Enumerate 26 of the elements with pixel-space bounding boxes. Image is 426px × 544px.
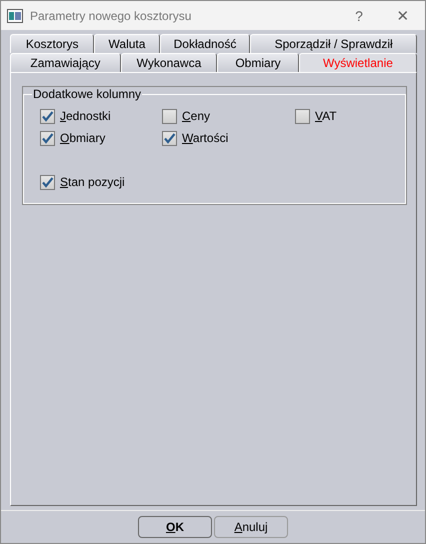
app-icon <box>7 8 23 22</box>
checkbox-label: VAT <box>315 109 337 123</box>
dialog-button[interactable]: Anuluj <box>214 516 288 538</box>
checkbox[interactable] <box>40 174 55 190</box>
window-title: Parametry nowego kosztorysu <box>30 8 192 22</box>
checkbox[interactable] <box>40 130 55 146</box>
checkbox-label: Wartości <box>182 131 228 145</box>
checkbox-label: Jednostki <box>60 109 111 123</box>
group-title: Dodatkowe kolumny <box>32 87 142 101</box>
tab[interactable]: Kosztorys <box>10 34 94 53</box>
tab[interactable]: Sporządził / Sprawdził <box>250 34 417 53</box>
checkbox-label: Stan pozycji <box>60 175 125 189</box>
help-button[interactable]: ? <box>337 1 381 30</box>
checkbox[interactable] <box>162 108 177 124</box>
tab[interactable]: Zamawiający <box>10 53 121 72</box>
tab[interactable]: Waluta <box>94 34 160 53</box>
checkbox-label: Obmiary <box>60 131 106 145</box>
close-button[interactable]: ✕ <box>381 1 425 30</box>
checkbox[interactable] <box>162 130 177 146</box>
checkbox[interactable] <box>40 108 55 124</box>
tab[interactable]: Wykonawca <box>120 53 218 72</box>
checkbox[interactable] <box>295 108 310 124</box>
checkbox-label: Ceny <box>182 109 210 123</box>
dialog-button[interactable]: OK <box>138 516 212 538</box>
tab[interactable]: Obmiary <box>217 53 299 72</box>
tab[interactable]: Dokładność <box>160 34 250 53</box>
